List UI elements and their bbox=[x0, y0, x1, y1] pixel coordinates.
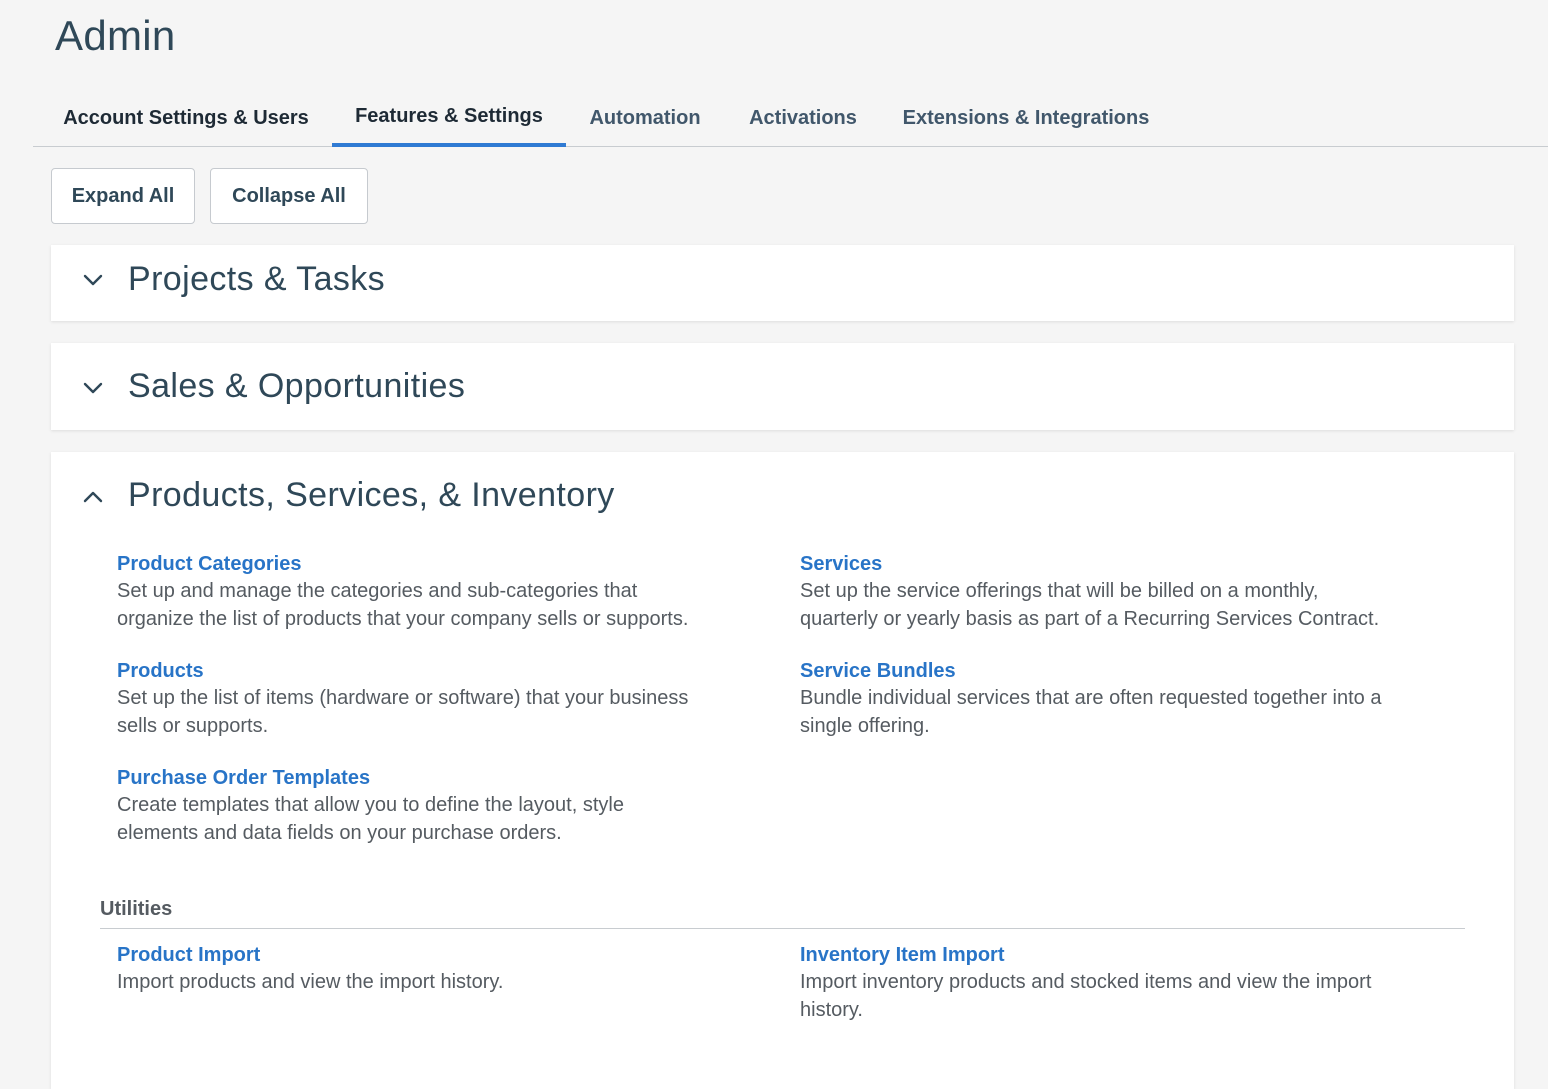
utility-item-inventory-item-import: Inventory Item Import Import inventory p… bbox=[800, 942, 1440, 1024]
tab-activations[interactable]: Activations bbox=[739, 86, 867, 147]
utilities-heading: Utilities bbox=[100, 898, 173, 920]
chevron-down-icon bbox=[83, 274, 103, 286]
utilities-divider bbox=[100, 928, 1465, 929]
utility-item-product-import: Product Import Import products and view … bbox=[117, 942, 757, 996]
section-projects-tasks: Projects & Tasks bbox=[51, 245, 1514, 321]
section-products-services-inventory: Products, Services, & Inventory Product … bbox=[51, 452, 1514, 1089]
item-description: Set up the list of items (hardware or so… bbox=[117, 687, 689, 709]
item-description: Import inventory products and stocked it… bbox=[800, 971, 1372, 993]
setting-item-purchase-order-templates: Purchase Order Templates Create template… bbox=[117, 765, 757, 847]
item-description: Create templates that allow you to defin… bbox=[117, 794, 624, 816]
tab-account-settings-users[interactable]: Account Settings & Users bbox=[33, 86, 339, 147]
services-link[interactable]: Services bbox=[800, 551, 1440, 577]
page-title: Admin bbox=[55, 12, 176, 59]
setting-item-product-categories: Product Categories Set up and manage the… bbox=[117, 551, 757, 633]
item-description: elements and data fields on your purchas… bbox=[117, 822, 562, 844]
item-description: sells or supports. bbox=[117, 715, 269, 737]
purchase-order-templates-link[interactable]: Purchase Order Templates bbox=[117, 765, 757, 791]
tab-extensions-integrations[interactable]: Extensions & Integrations bbox=[893, 86, 1159, 147]
section-header[interactable]: Products, Services, & Inventory bbox=[51, 452, 1514, 542]
section-title: Projects & Tasks bbox=[128, 260, 386, 298]
expand-all-button[interactable]: Expand All bbox=[51, 168, 195, 224]
item-description: history. bbox=[800, 999, 863, 1021]
setting-item-service-bundles: Service Bundles Bundle individual servic… bbox=[800, 658, 1440, 740]
tab-label: Activations bbox=[749, 107, 857, 129]
chevron-up-icon bbox=[83, 491, 103, 503]
service-bundles-link[interactable]: Service Bundles bbox=[800, 658, 1440, 684]
tab-label: Extensions & Integrations bbox=[902, 107, 1150, 129]
tab-automation[interactable]: Automation bbox=[578, 86, 712, 147]
section-sales-opportunities: Sales & Opportunities bbox=[51, 343, 1514, 430]
section-title: Products, Services, & Inventory bbox=[128, 476, 615, 514]
collapse-all-button[interactable]: Collapse All bbox=[210, 168, 368, 224]
inventory-item-import-link[interactable]: Inventory Item Import bbox=[800, 942, 1440, 968]
tab-features-settings[interactable]: Features & Settings bbox=[332, 86, 566, 147]
tab-bar: Account Settings & Users Features & Sett… bbox=[33, 86, 1548, 147]
product-categories-link[interactable]: Product Categories bbox=[117, 551, 757, 577]
item-description: Bundle individual services that are ofte… bbox=[800, 687, 1382, 709]
product-import-link[interactable]: Product Import bbox=[117, 942, 757, 968]
chevron-down-icon bbox=[83, 382, 103, 394]
tab-label: Account Settings & Users bbox=[63, 107, 309, 129]
item-description: quarterly or yearly basis as part of a R… bbox=[800, 608, 1380, 630]
item-description: single offering. bbox=[800, 715, 930, 737]
products-link[interactable]: Products bbox=[117, 658, 757, 684]
section-title: Sales & Opportunities bbox=[128, 367, 466, 405]
setting-item-services: Services Set up the service offerings th… bbox=[800, 551, 1440, 633]
admin-page: Admin Account Settings & Users Features … bbox=[0, 0, 1548, 1089]
item-description: Import products and view the import hist… bbox=[117, 971, 504, 993]
tab-label: Features & Settings bbox=[355, 105, 543, 127]
section-header[interactable]: Sales & Opportunities bbox=[51, 343, 1514, 430]
setting-item-products: Products Set up the list of items (hardw… bbox=[117, 658, 757, 740]
item-description: Set up the service offerings that will b… bbox=[800, 580, 1319, 602]
tab-label: Automation bbox=[589, 107, 701, 129]
item-description: organize the list of products that your … bbox=[117, 608, 689, 630]
item-description: Set up and manage the categories and sub… bbox=[117, 580, 638, 602]
section-header[interactable]: Projects & Tasks bbox=[51, 245, 1514, 321]
